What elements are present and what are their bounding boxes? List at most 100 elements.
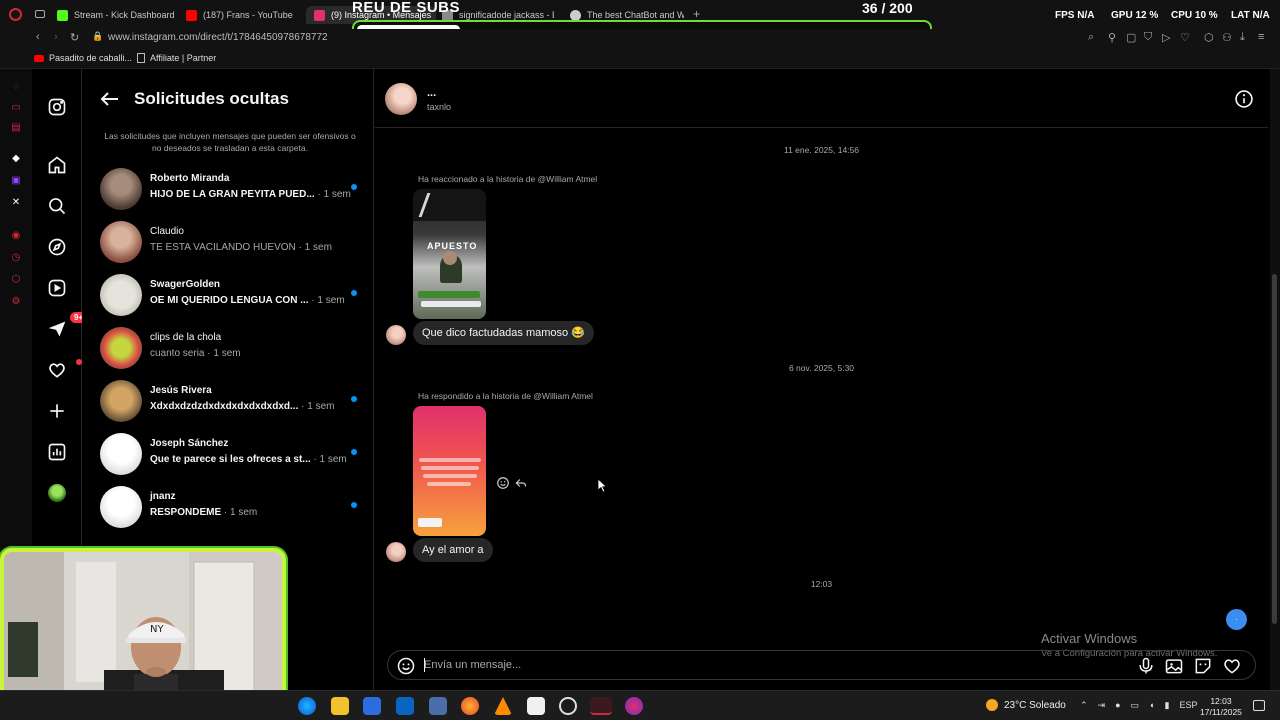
weather-widget[interactable]: 23°C Soleado — [986, 699, 1066, 711]
opera-logo-icon[interactable] — [9, 8, 22, 21]
request-sender: Roberto Miranda — [150, 173, 230, 184]
page-scrollbar[interactable] — [1270, 69, 1280, 690]
request-item[interactable]: Roberto Miranda HIJO DE LA GRAN PEYITA PU… — [100, 165, 370, 213]
settings-icon[interactable]: ⚙ — [10, 296, 22, 308]
vlc-icon[interactable] — [494, 697, 512, 715]
unread-dot — [351, 396, 357, 402]
explore-icon[interactable] — [46, 236, 68, 258]
notepad-icon[interactable] — [527, 697, 545, 715]
reload-icon[interactable]: ↻ — [70, 31, 79, 44]
request-item[interactable]: Joseph Sánchez Que te parece si les ofrec… — [100, 430, 370, 478]
request-item[interactable]: jnanz RESPONDEME · 1 sem — [100, 483, 370, 531]
tab-youtube[interactable]: (187) Frans - YouTube — [186, 6, 293, 24]
opera-gx-icon[interactable] — [625, 697, 643, 715]
emoji-react-icon[interactable] — [496, 476, 510, 490]
language-indicator[interactable]: ESP — [1179, 700, 1197, 711]
dashboard-icon[interactable] — [46, 441, 68, 463]
aria-icon[interactable]: ◌ — [10, 81, 22, 93]
message-input[interactable]: Envía un mensaje... — [424, 659, 521, 671]
app-icon[interactable] — [429, 697, 447, 715]
chat-username[interactable]: taxnlo — [427, 102, 451, 112]
x-icon[interactable]: ✕ — [10, 197, 22, 209]
opera-taskbar-icon[interactable] — [590, 697, 612, 715]
extensions-side-icon[interactable]: ⬡ — [10, 274, 22, 286]
reply-icon[interactable] — [514, 476, 528, 490]
battery-icon[interactable]: ▮ — [1164, 700, 1169, 711]
emoji-icon[interactable] — [396, 656, 416, 676]
usb-icon[interactable]: ⇥ — [1098, 700, 1106, 711]
timestamp: 6 nov. 2025, 5:30 — [788, 363, 855, 373]
request-item[interactable]: SwagerGolden OE MI QUERIDO LENGUA CON ...… — [100, 271, 370, 319]
gpu-readout: GPU 12 % — [1111, 10, 1159, 21]
reels-icon[interactable] — [46, 277, 68, 299]
request-item[interactable]: Jesús Rivera Xdxdxdzdzdxdxdxdxdxdxdxd... … — [100, 377, 370, 425]
scrollbar-thumb[interactable] — [1272, 274, 1277, 624]
page-icon — [137, 53, 145, 63]
tab-kick[interactable]: Stream - Kick Dashboard — [57, 6, 175, 24]
screenshot-icon[interactable]: ▢ — [1126, 31, 1136, 44]
history-icon[interactable]: ◷ — [10, 252, 22, 264]
heart-icon[interactable]: ♡ — [1180, 31, 1190, 44]
search-icon[interactable] — [46, 195, 68, 217]
extensions-icon[interactable]: ⬡ — [1204, 31, 1214, 44]
sticker-icon[interactable] — [1193, 656, 1213, 676]
messages-icon[interactable]: 9+ — [46, 312, 88, 340]
image-icon[interactable] — [1164, 656, 1184, 676]
profile-avatar[interactable] — [46, 482, 68, 504]
chat-avatar[interactable] — [385, 83, 417, 115]
volume-icon[interactable]: ◖ — [1149, 700, 1154, 711]
bookmark-pasadito[interactable]: Pasadito de caballi... — [34, 53, 132, 63]
create-icon[interactable] — [46, 400, 68, 422]
zoom-icon[interactable]: ⌕ — [1088, 31, 1094, 44]
scroll-to-latest-button[interactable]: · — [1226, 609, 1247, 630]
obs-icon[interactable] — [559, 697, 577, 715]
forward-arrow-icon[interactable]: › — [54, 31, 58, 43]
shield-icon[interactable]: ⛉ — [1144, 31, 1152, 44]
pin-icon[interactable]: ⚲ — [1108, 31, 1116, 44]
story-thumbnail[interactable] — [413, 406, 486, 536]
request-sender: Jesús Rivera — [150, 385, 212, 396]
message-bubble[interactable]: Ay el amor a — [413, 538, 493, 562]
story-thumbnail[interactable]: APUESTO — [413, 189, 486, 319]
outlook-icon[interactable] — [396, 697, 414, 715]
request-item[interactable]: Claudio TE ESTA VACILANDO HUEVON · 1 sem — [100, 218, 370, 266]
player-icon[interactable]: ◉ — [10, 230, 22, 242]
twitch-icon[interactable]: ▣ — [10, 175, 22, 187]
timestamp: 11 ene. 2025, 14:56 — [784, 145, 859, 155]
request-preview: HIJO DE LA GRAN PEYITA PUED... · 1 sem — [150, 189, 351, 200]
chat-display-name[interactable]: ... — [427, 87, 436, 99]
back-arrow-icon[interactable]: ‹ — [36, 31, 40, 43]
messenger-icon[interactable]: ▭ — [10, 102, 22, 114]
url-field[interactable]: www.instagram.com/direct/t/1784645097867… — [108, 32, 328, 43]
edge-icon[interactable] — [298, 697, 316, 715]
firefox-icon[interactable] — [461, 697, 479, 715]
network-icon[interactable]: ▭ — [1131, 700, 1140, 711]
message-avatar[interactable] — [386, 325, 406, 345]
message-bubble[interactable]: Que dico factudadas mamoso 😂 — [413, 321, 594, 345]
send-icon[interactable]: ▷ — [1162, 31, 1170, 44]
clock[interactable]: 12:03 17/11/2025 — [1200, 696, 1242, 718]
news-icon[interactable]: ▤ — [10, 122, 22, 134]
instagram-logo-icon[interactable] — [46, 96, 68, 118]
profile-icon[interactable]: ⚇ — [1222, 31, 1232, 44]
info-icon[interactable] — [1234, 89, 1254, 109]
tab-switcher-icon[interactable] — [35, 10, 45, 18]
back-arrow-icon[interactable] — [100, 91, 120, 107]
message-avatar[interactable] — [386, 542, 406, 562]
download-icon[interactable]: ⤓ — [1240, 31, 1245, 44]
file-explorer-icon[interactable] — [331, 697, 349, 715]
notification-center-icon[interactable] — [1253, 700, 1265, 711]
mic-tray-icon[interactable]: ● — [1115, 700, 1120, 711]
microphone-icon[interactable] — [1136, 656, 1156, 676]
notifications-icon[interactable] — [46, 359, 82, 381]
request-item[interactable]: clips de la chola cuanto seria · 1 sem — [100, 324, 370, 372]
kick-icon — [57, 9, 68, 21]
store-icon[interactable] — [363, 697, 381, 715]
chevron-up-icon[interactable]: ⌃ — [1080, 700, 1088, 711]
menu-icon[interactable]: ≡ — [1258, 31, 1264, 43]
like-heart-icon[interactable] — [1222, 656, 1242, 676]
bookmark-affiliate[interactable]: Affiliate | Partner — [137, 53, 216, 63]
sub-goal-title: REU DE SUBS — [352, 0, 461, 16]
kick-side-icon[interactable]: ◆ — [10, 153, 22, 165]
home-icon[interactable] — [46, 154, 68, 176]
